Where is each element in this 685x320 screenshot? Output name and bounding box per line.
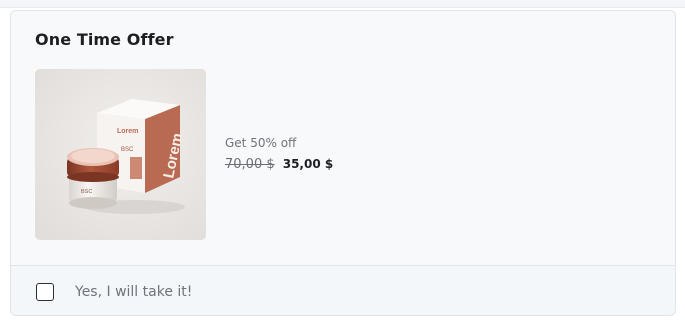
product-image: Lorem BSC Lorem BSC <box>35 69 206 240</box>
old-price: 70,00 $ <box>225 157 275 172</box>
svg-text:Lorem: Lorem <box>117 128 138 135</box>
new-price: 35,00 $ <box>282 157 334 171</box>
accept-offer-label[interactable]: Yes, I will take it! <box>75 283 192 301</box>
price-row: 70,00 $ 35,00 $ <box>225 155 333 173</box>
one-time-offer-card: One Time Offer Lorem BSC Lorem BSC Get 5… <box>10 10 676 316</box>
discount-label: Get 50% off <box>225 136 297 150</box>
svg-text:BSC: BSC <box>121 147 134 153</box>
cosmetic-cream-product-image: Lorem BSC Lorem BSC <box>35 69 206 240</box>
offer-accept-footer: Yes, I will take it! <box>11 265 675 315</box>
offer-title: One Time Offer <box>35 30 174 49</box>
accept-offer-checkbox[interactable] <box>36 283 54 301</box>
svg-text:BSC: BSC <box>81 189 92 195</box>
top-divider-strip <box>0 0 685 8</box>
offer-pricing: Get 50% off 70,00 $ 35,00 $ <box>225 135 333 173</box>
